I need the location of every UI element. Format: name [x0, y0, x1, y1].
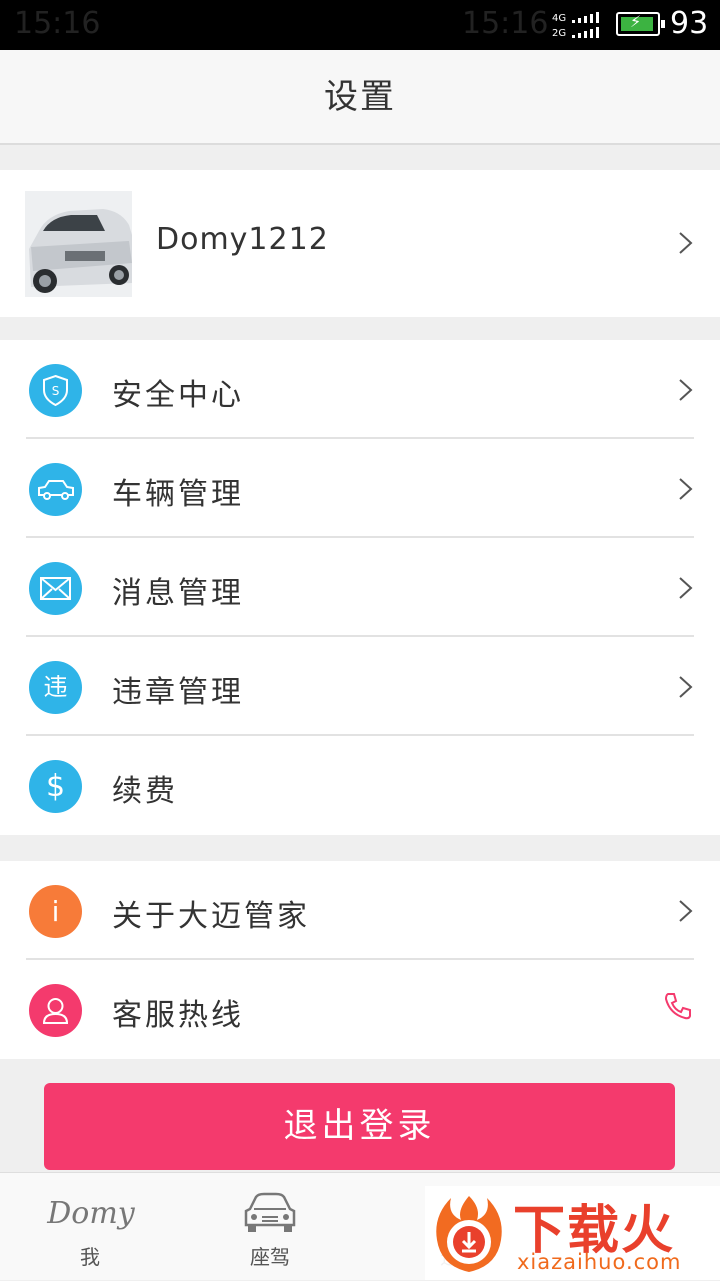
fire-logo-icon	[436, 1196, 502, 1272]
menu-item-violations[interactable]: 违 违章管理	[0, 637, 720, 736]
tab-me[interactable]: Domy 我	[0, 1173, 180, 1281]
menu-item-label: 关于大迈管家	[112, 899, 310, 934]
car-photo-icon	[25, 191, 132, 297]
dollar-icon: $	[29, 760, 82, 813]
svg-text:Domy: Domy	[46, 1196, 136, 1231]
menu-item-security[interactable]: S 安全中心	[0, 340, 720, 439]
battery-icon: ⚡	[616, 12, 665, 36]
chevron-right-icon	[679, 379, 693, 401]
car-front-icon	[244, 1192, 296, 1232]
tab-car[interactable]: 座驾	[180, 1173, 360, 1281]
menu-item-label: 违章管理	[112, 675, 244, 710]
status-bar: 15:16 15:16 4G 2G ⚡ 93	[0, 0, 720, 50]
chevron-right-icon	[679, 676, 693, 698]
tab-label: 我	[80, 1245, 100, 1269]
shield-icon: S	[29, 364, 82, 417]
chevron-right-icon	[679, 577, 693, 599]
envelope-icon	[29, 562, 82, 615]
chevron-right-icon	[679, 900, 693, 922]
menu-group: S 安全中心 车辆管理 消息管理 违 违章管理 $ 续费	[0, 340, 720, 835]
watermark-logo: 下载火 xiazaihuo.com	[425, 1186, 720, 1280]
user-icon	[29, 984, 82, 1037]
menu-item-hotline[interactable]: 客服热线	[0, 960, 720, 1059]
svg-text:2G: 2G	[552, 28, 566, 39]
username: Domy1212	[156, 222, 329, 257]
domy-logo-icon: Domy	[46, 1196, 136, 1231]
status-time-center: 15:16	[462, 6, 549, 41]
chevron-right-icon	[679, 478, 693, 500]
menu-item-vehicle[interactable]: 车辆管理	[0, 439, 720, 538]
menu-group-2: i 关于大迈管家 客服热线	[0, 861, 720, 1059]
svg-text:S: S	[52, 384, 60, 398]
page-title: 设置	[324, 77, 396, 117]
logout-button[interactable]: 退出登录	[44, 1083, 675, 1170]
menu-item-label: 车辆管理	[112, 477, 244, 512]
menu-item-messages[interactable]: 消息管理	[0, 538, 720, 637]
tab-label: 座驾	[250, 1245, 290, 1269]
menu-item-about[interactable]: i 关于大迈管家	[0, 861, 720, 960]
chevron-right-icon	[679, 232, 693, 254]
violation-icon: 违	[29, 661, 82, 714]
car-icon	[29, 463, 82, 516]
menu-item-label: 客服热线	[112, 998, 244, 1033]
menu-item-renewal[interactable]: $ 续费	[0, 736, 720, 835]
avatar	[25, 191, 132, 297]
battery-percent: 93	[670, 6, 709, 41]
title-bar: 设置	[0, 50, 720, 145]
status-time: 15:16	[14, 6, 101, 41]
svg-text:4G: 4G	[552, 13, 566, 24]
phone-icon[interactable]	[662, 990, 694, 1022]
info-icon: i	[29, 885, 82, 938]
menu-item-label: 安全中心	[112, 378, 244, 413]
profile-row[interactable]: Domy1212	[0, 170, 720, 317]
watermark-en: xiazaihuo.com	[517, 1250, 682, 1274]
signal-icon: 4G 2G	[552, 12, 599, 39]
menu-item-label: 消息管理	[112, 576, 244, 611]
menu-item-label: 续费	[112, 774, 178, 809]
